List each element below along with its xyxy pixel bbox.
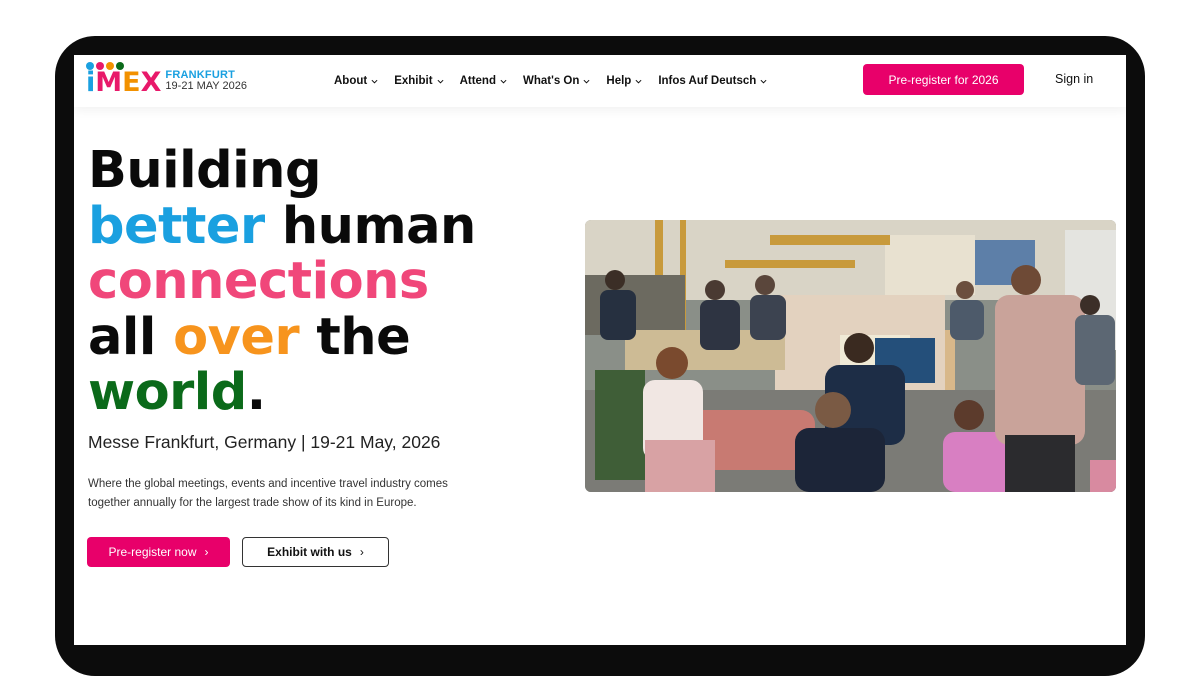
headline-word-human: human: [264, 196, 477, 256]
chevron-down-icon: [371, 79, 378, 84]
headline-word-the: the: [299, 307, 411, 367]
event-photo-illustration: [585, 220, 1116, 492]
nav-item-about[interactable]: About: [334, 75, 378, 87]
nav-item-whats-on[interactable]: What's On: [523, 75, 590, 87]
headline-word-connections: connections: [88, 252, 429, 311]
headline-word-building: Building: [88, 141, 321, 200]
chevron-down-icon: [635, 79, 642, 84]
headline-word-over: over: [173, 307, 300, 367]
nav-item-attend[interactable]: Attend: [460, 75, 507, 87]
logo-dates: 19-21 MAY 2026: [165, 80, 247, 92]
imex-logo[interactable]: i M E X FRANKFURT 19-21 MAY 2026: [86, 62, 247, 98]
chevron-right-icon: ›: [359, 545, 364, 559]
nav-item-label: About: [334, 75, 368, 87]
nav-item-label: What's On: [522, 75, 580, 87]
pre-register-2026-button[interactable]: Pre-register for 2026: [863, 64, 1024, 95]
button-label: Pre-register now: [108, 545, 197, 559]
logo-letter-x: X: [140, 67, 162, 98]
chevron-right-icon: ›: [204, 545, 209, 559]
hero-subtitle: Messe Frankfurt, Germany | 19-21 May, 20…: [88, 432, 441, 452]
headline-word-all: all: [88, 307, 174, 367]
chevron-down-icon: [583, 79, 590, 84]
logo-letter-e: E: [122, 67, 141, 98]
chevron-down-icon: [437, 79, 444, 84]
headline-word-better: better: [88, 196, 265, 256]
nav-item-infos-auf-deutsch[interactable]: Infos Auf Deutsch: [658, 75, 767, 87]
hero-description: Where the global meetings, events and in…: [88, 478, 448, 509]
hero-headline: Building better human connections all ov…: [88, 143, 476, 421]
logo-letter-m: M: [95, 67, 123, 98]
nav-item-help[interactable]: Help: [606, 75, 642, 87]
logo-dot: [86, 62, 94, 70]
logo-letter-i: i: [86, 62, 124, 96]
button-label: Exhibit with us: [267, 545, 352, 559]
nav-item-exhibit[interactable]: Exhibit: [394, 75, 444, 87]
chevron-down-icon: [500, 79, 507, 84]
headline-period: .: [246, 363, 266, 422]
logo-mark: i M E X: [86, 62, 162, 98]
nav-item-label: Infos Auf Deutsch: [658, 75, 757, 87]
logo-text: FRANKFURT 19-21 MAY 2026: [165, 70, 247, 92]
site-header: i M E X FRANKFURT 19-21 MAY 2026 About E…: [74, 55, 1126, 107]
main-nav: About Exhibit Attend What's On Help Info…: [334, 55, 767, 107]
headline-word-world: world: [88, 363, 247, 422]
sign-in-link[interactable]: Sign in: [1055, 72, 1093, 86]
nav-item-label: Attend: [459, 75, 496, 87]
exhibit-with-us-button[interactable]: Exhibit with us ›: [242, 537, 389, 567]
nav-item-label: Exhibit: [394, 75, 433, 87]
browser-screen: i M E X FRANKFURT 19-21 MAY 2026 About E…: [74, 55, 1126, 645]
pre-register-now-button[interactable]: Pre-register now ›: [87, 537, 230, 567]
event-photo: [585, 220, 1116, 492]
nav-item-label: Help: [606, 75, 632, 87]
chevron-down-icon: [760, 79, 767, 84]
